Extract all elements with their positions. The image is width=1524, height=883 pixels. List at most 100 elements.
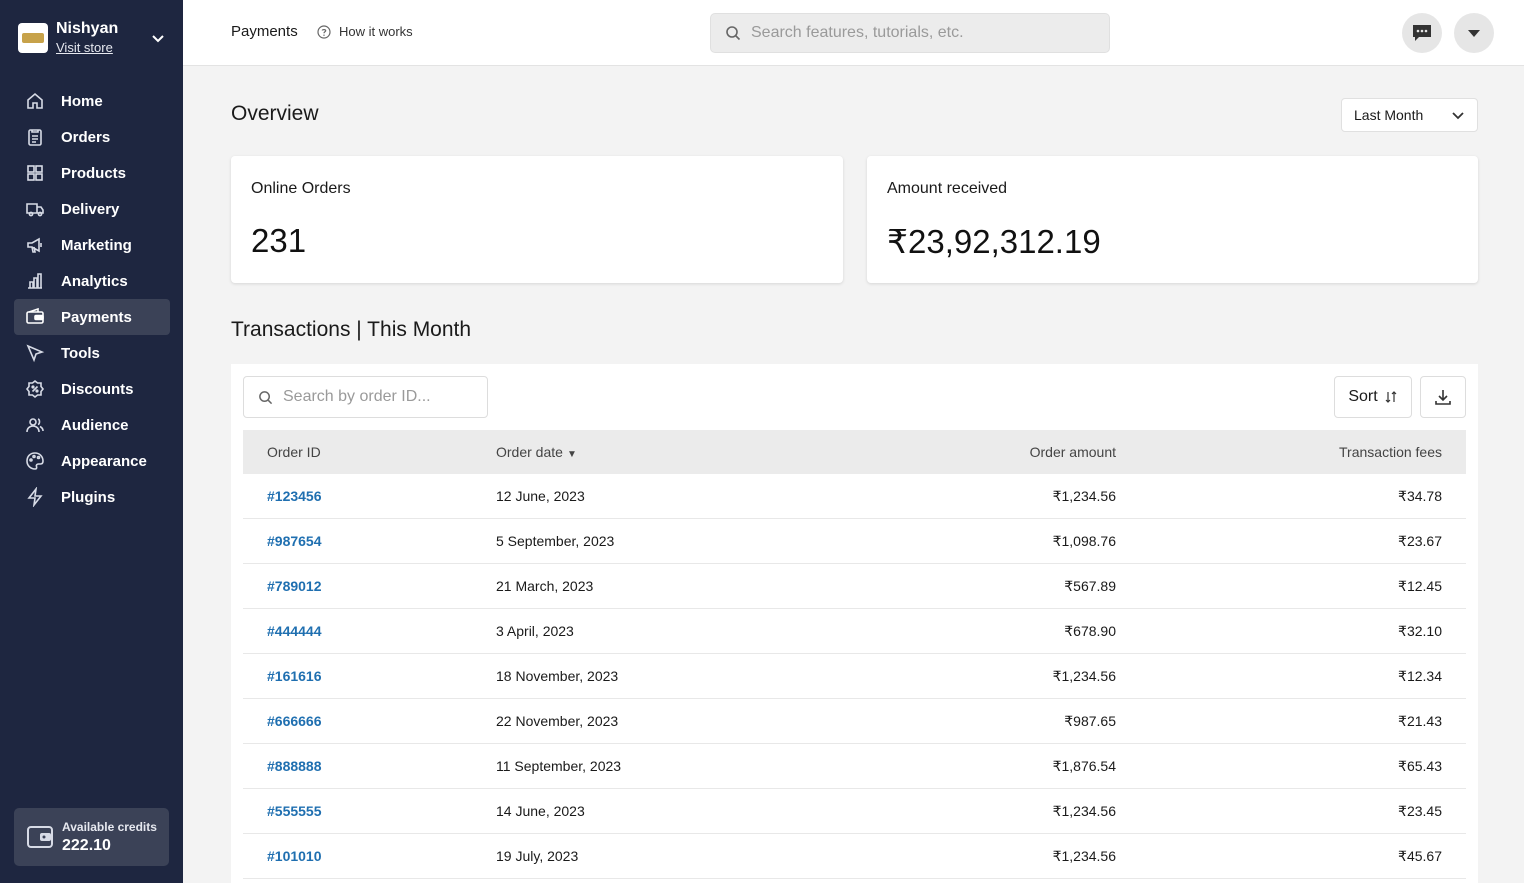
sidebar-item-appearance[interactable]: Appearance <box>14 443 170 479</box>
card-label: Amount received <box>887 180 1008 197</box>
column-order-amount[interactable]: Order amount <box>876 444 1116 460</box>
chevron-down-icon[interactable] <box>148 28 168 48</box>
sidebar-nav: Home Orders Products Delivery Marketing … <box>14 83 170 515</box>
global-search[interactable] <box>710 13 1110 53</box>
order-date: 22 November, 2023 <box>496 713 619 729</box>
sidebar-item-label: Plugins <box>61 488 116 506</box>
order-amount: ₹1,234.56 <box>1052 487 1116 504</box>
sidebar-item-plugins[interactable]: Plugins <box>14 479 170 515</box>
store-logo <box>18 23 48 53</box>
sidebar: Nishyan Visit store Home Orders Products… <box>0 0 183 883</box>
period-select[interactable]: Last Month <box>1341 98 1478 132</box>
sidebar-item-label: Discounts <box>61 380 134 398</box>
table-row[interactable]: #555555 14 June, 2023 ₹1,234.56 ₹23.45 <box>243 789 1466 834</box>
feedback-button[interactable] <box>1402 13 1442 53</box>
order-search[interactable] <box>243 376 488 418</box>
home-icon <box>24 90 46 112</box>
transaction-fee: ₹23.45 <box>1398 802 1442 819</box>
sidebar-item-payments[interactable]: Payments <box>14 299 170 335</box>
sidebar-item-label: Marketing <box>61 236 132 254</box>
sidebar-item-marketing[interactable]: Marketing <box>14 227 170 263</box>
order-amount: ₹1,234.56 <box>1052 847 1116 864</box>
table-row[interactable]: #161616 18 November, 2023 ₹1,234.56 ₹12.34 <box>243 654 1466 699</box>
order-date: 21 March, 2023 <box>496 578 594 594</box>
sidebar-item-label: Payments <box>61 308 132 326</box>
table-row[interactable]: #888888 11 September, 2023 ₹1,876.54 ₹65.43 <box>243 744 1466 789</box>
order-id-link[interactable]: #789012 <box>243 578 496 594</box>
sidebar-item-orders[interactable]: Orders <box>14 119 170 155</box>
how-it-works-link[interactable]: How it works <box>317 24 413 39</box>
global-search-input[interactable] <box>751 24 1101 42</box>
visit-store-link[interactable]: Visit store <box>56 39 148 57</box>
sort-button[interactable]: Sort <box>1334 376 1412 418</box>
transactions-title: Transactions | This Month <box>231 318 472 341</box>
help-circle-icon <box>317 24 331 39</box>
store-name: Nishyan <box>56 20 119 37</box>
table-row[interactable]: #666666 22 November, 2023 ₹987.65 ₹21.43 <box>243 699 1466 744</box>
table-row[interactable]: #101010 19 July, 2023 ₹1,234.56 ₹45.67 <box>243 834 1466 879</box>
order-id-link[interactable]: #987654 <box>243 533 496 549</box>
chat-icon <box>1413 25 1431 41</box>
sidebar-item-label: Analytics <box>61 272 128 290</box>
truck-icon <box>24 198 46 220</box>
order-date: 19 July, 2023 <box>496 848 579 864</box>
table-row[interactable]: #789012 21 March, 2023 ₹567.89 ₹12.45 <box>243 564 1466 609</box>
order-id-link[interactable]: #161616 <box>243 668 496 684</box>
column-order-date[interactable]: Order date ▼ <box>496 444 876 460</box>
column-transaction-fees[interactable]: Transaction fees <box>1116 444 1442 460</box>
page-title: Payments <box>231 23 298 40</box>
order-id-link[interactable]: #123456 <box>243 488 496 504</box>
wallet-icon <box>26 823 54 851</box>
table-row[interactable]: #444444 3 April, 2023 ₹678.90 ₹32.10 <box>243 609 1466 654</box>
available-credits[interactable]: Available credits 222.10 <box>14 808 169 866</box>
lightning-icon <box>24 486 46 508</box>
download-button[interactable] <box>1420 376 1466 418</box>
card-value: ₹23,92,312.19 <box>887 223 1101 260</box>
order-id-link[interactable]: #888888 <box>243 758 496 774</box>
column-order-id[interactable]: Order ID <box>243 444 496 460</box>
transactions-panel: Sort Order ID Order date▼ Order amount T… <box>231 364 1478 883</box>
order-id-link[interactable]: #444444 <box>243 623 496 639</box>
orders-icon <box>24 126 46 148</box>
column-order-date-label: Order date <box>496 444 563 460</box>
period-select-value: Last Month <box>1354 107 1424 123</box>
account-menu-button[interactable] <box>1454 13 1494 53</box>
online-orders-card: Online Orders 231 <box>231 156 843 283</box>
sidebar-item-home[interactable]: Home <box>14 83 170 119</box>
sidebar-item-audience[interactable]: Audience <box>14 407 170 443</box>
table-row[interactable]: #123456 12 June, 2023 ₹1,234.56 ₹34.78 <box>243 474 1466 519</box>
order-id-link[interactable]: #666666 <box>243 713 496 729</box>
order-date: 5 September, 2023 <box>496 533 615 549</box>
sidebar-item-label: Tools <box>61 344 100 362</box>
transaction-fee: ₹23.67 <box>1398 532 1442 549</box>
store-switcher[interactable]: Nishyan Visit store <box>18 16 168 60</box>
chevron-down-icon <box>1452 112 1464 120</box>
products-icon <box>24 162 46 184</box>
transaction-fee: ₹34.78 <box>1398 487 1442 504</box>
transaction-fee: ₹21.43 <box>1398 712 1442 729</box>
order-amount: ₹567.89 <box>1064 577 1116 594</box>
sidebar-item-delivery[interactable]: Delivery <box>14 191 170 227</box>
table-row[interactable]: #987654 5 September, 2023 ₹1,098.76 ₹23.67 <box>243 519 1466 564</box>
order-date: 18 November, 2023 <box>496 668 619 684</box>
sidebar-item-label: Audience <box>61 416 129 434</box>
top-bar: Payments How it works <box>183 0 1524 66</box>
megaphone-icon <box>24 234 46 256</box>
order-id-link[interactable]: #555555 <box>243 803 496 819</box>
sidebar-item-discounts[interactable]: Discounts <box>14 371 170 407</box>
sort-label: Sort <box>1348 388 1378 405</box>
order-amount: ₹1,234.56 <box>1052 802 1116 819</box>
overview-title: Overview <box>231 102 319 125</box>
sidebar-item-analytics[interactable]: Analytics <box>14 263 170 299</box>
order-amount: ₹987.65 <box>1064 712 1116 729</box>
caret-down-icon <box>1468 30 1480 37</box>
order-search-input[interactable] <box>283 388 473 406</box>
sidebar-item-tools[interactable]: Tools <box>14 335 170 371</box>
sidebar-item-products[interactable]: Products <box>14 155 170 191</box>
bar-chart-icon <box>24 270 46 292</box>
order-amount: ₹1,876.54 <box>1052 757 1116 774</box>
sidebar-item-label: Products <box>61 164 127 182</box>
sidebar-item-label: Orders <box>61 128 111 146</box>
order-id-link[interactable]: #101010 <box>243 848 496 864</box>
table-header: Order ID Order date ▼ Order amount Transa… <box>243 430 1466 474</box>
